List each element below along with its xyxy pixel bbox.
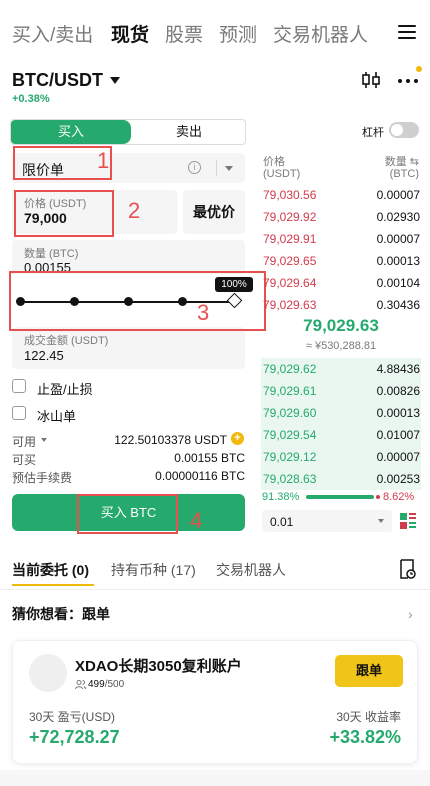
- chevron-right-icon[interactable]: ›: [408, 606, 413, 622]
- notification-dot: [416, 66, 422, 72]
- people-icon: [75, 680, 86, 690]
- max-buy-label: 可买: [12, 453, 37, 467]
- trader-name: XDAO长期3050复利账户: [75, 658, 242, 675]
- pnl-label: 30天 盈亏(USD): [29, 710, 116, 724]
- tab-fade: [372, 10, 400, 54]
- fee-label: 预估手续费: [12, 471, 73, 485]
- pnl-value: +72,728.27: [29, 727, 120, 747]
- qty-unit: (BTC): [389, 168, 419, 180]
- info-icon[interactable]: i: [188, 161, 201, 174]
- orderbook-layout-icon[interactable]: [399, 512, 417, 530]
- ask-row[interactable]: 79,029.64 0.00104: [261, 272, 421, 294]
- qty-header[interactable]: 数量 ⇆: [385, 153, 419, 169]
- max-buy-value: 0.00155 BTC: [174, 451, 245, 465]
- menu-icon[interactable]: [398, 24, 416, 40]
- pair-change: +0.38%: [12, 93, 50, 105]
- buy-ratio: 91.38%: [262, 491, 300, 503]
- buy-ratio-bar: [306, 495, 374, 499]
- copy-trader-card[interactable]: XDAO长期3050复利账户 499/500 跟单 30天 盈亏(USD) +7…: [12, 640, 418, 764]
- active-tab-indicator: [12, 584, 94, 586]
- avatar: [29, 654, 67, 692]
- tab-bots[interactable]: 交易机器人: [216, 560, 286, 580]
- buy-tab[interactable]: 买入: [11, 120, 131, 144]
- chevron-down-icon: [378, 519, 384, 523]
- total-input[interactable]: 成交金额 (USDT) 122.45: [12, 327, 245, 369]
- tp-sl-label[interactable]: 止盈/止损: [37, 379, 93, 398]
- annotation-box-2: [14, 190, 114, 237]
- chevron-down-icon[interactable]: [41, 438, 47, 442]
- annotation-number-2: 2: [128, 198, 141, 223]
- ask-row[interactable]: 79,029.91 0.00007: [261, 228, 421, 250]
- bid-row[interactable]: 79,029.12 0.00007: [261, 446, 421, 468]
- best-price-button[interactable]: 最优价: [183, 190, 245, 234]
- tab-trading-bot[interactable]: 交易机器人: [273, 20, 368, 47]
- recommend-title[interactable]: 猜你想看：跟单: [12, 604, 110, 624]
- ask-row[interactable]: 79,029.63 0.30436: [261, 294, 421, 316]
- add-funds-icon[interactable]: +: [231, 432, 244, 445]
- roi-label: 30天 收益率: [336, 710, 401, 724]
- pair-symbol[interactable]: BTC/USDT: [12, 70, 103, 91]
- quantity-label: 数量 (BTC): [24, 248, 79, 260]
- annotation-number-3: 3: [197, 300, 210, 325]
- follow-button[interactable]: 跟单: [335, 655, 403, 687]
- depth-value: 0.01: [270, 515, 294, 529]
- roi-value: +33.82%: [329, 727, 401, 747]
- available-label[interactable]: 可用: [12, 433, 36, 450]
- tab-holdings[interactable]: 持有币种 (17): [111, 560, 196, 580]
- leverage-label: 杠杆: [362, 127, 384, 139]
- ask-row[interactable]: 79,029.65 0.00013: [261, 250, 421, 272]
- divider: [216, 160, 217, 176]
- quantity-input[interactable]: 数量 (BTC) 0.00155: [12, 240, 245, 274]
- top-nav: 买入/卖出 现货 股票 预测 交易机器人: [0, 0, 430, 64]
- annotation-number-1: 1: [97, 148, 110, 173]
- tab-open-orders[interactable]: 当前委托 (0): [12, 560, 89, 580]
- tab-stocks[interactable]: 股票: [165, 20, 203, 47]
- depth-select[interactable]: 0.01: [262, 510, 392, 532]
- fee-value: 0.00000116 BTC: [155, 469, 245, 483]
- bid-row[interactable]: 79,029.61 0.00826: [261, 380, 421, 402]
- bid-row[interactable]: 79,028.63 0.00253: [261, 468, 421, 490]
- chevron-down-icon[interactable]: [110, 77, 120, 84]
- total-value: 122.45: [24, 348, 64, 363]
- more-icon[interactable]: [397, 72, 421, 88]
- sell-tab[interactable]: 卖出: [131, 120, 245, 144]
- ask-row[interactable]: 79,030.56 0.00007: [261, 184, 421, 206]
- annotation-box-3: [9, 271, 266, 331]
- sell-ratio: 8.62%: [383, 491, 415, 503]
- page-footer-bg: [0, 770, 430, 786]
- buy-sell-toggle: 买入 卖出: [10, 119, 246, 145]
- bid-row[interactable]: 79,029.54 0.01007: [261, 424, 421, 446]
- annotation-box-4: [77, 494, 178, 534]
- bid-row[interactable]: 79,029.62 4.88436: [261, 358, 421, 380]
- chevron-down-icon: [225, 166, 233, 171]
- iceberg-checkbox[interactable]: [12, 406, 26, 420]
- order-history-icon[interactable]: [398, 559, 416, 579]
- sell-ratio-bar: [376, 495, 380, 499]
- candlestick-icon[interactable]: [360, 70, 382, 90]
- divider: [0, 589, 430, 590]
- price-unit: (USDT): [263, 168, 301, 180]
- member-count: 499/500: [88, 679, 125, 690]
- leverage-toggle[interactable]: [389, 122, 419, 138]
- ask-row[interactable]: 79,029.92 0.02930: [261, 206, 421, 228]
- bid-row[interactable]: 79,029.60 0.00013: [261, 402, 421, 424]
- last-price-cny: ≈ ¥530,288.81: [305, 340, 377, 352]
- tab-buy-sell[interactable]: 买入/卖出: [12, 20, 93, 47]
- total-label: 成交金额 (USDT): [24, 335, 109, 347]
- tab-prediction[interactable]: 预测: [219, 20, 257, 47]
- tab-spot[interactable]: 现货: [111, 20, 149, 47]
- available-value: 122.50103378 USDT: [114, 433, 227, 447]
- last-price[interactable]: 79,029.63: [261, 316, 421, 336]
- price-header: 价格: [263, 156, 285, 168]
- tp-sl-checkbox[interactable]: [12, 379, 26, 393]
- annotation-number-4: 4: [190, 508, 203, 533]
- iceberg-label[interactable]: 冰山单: [37, 406, 76, 425]
